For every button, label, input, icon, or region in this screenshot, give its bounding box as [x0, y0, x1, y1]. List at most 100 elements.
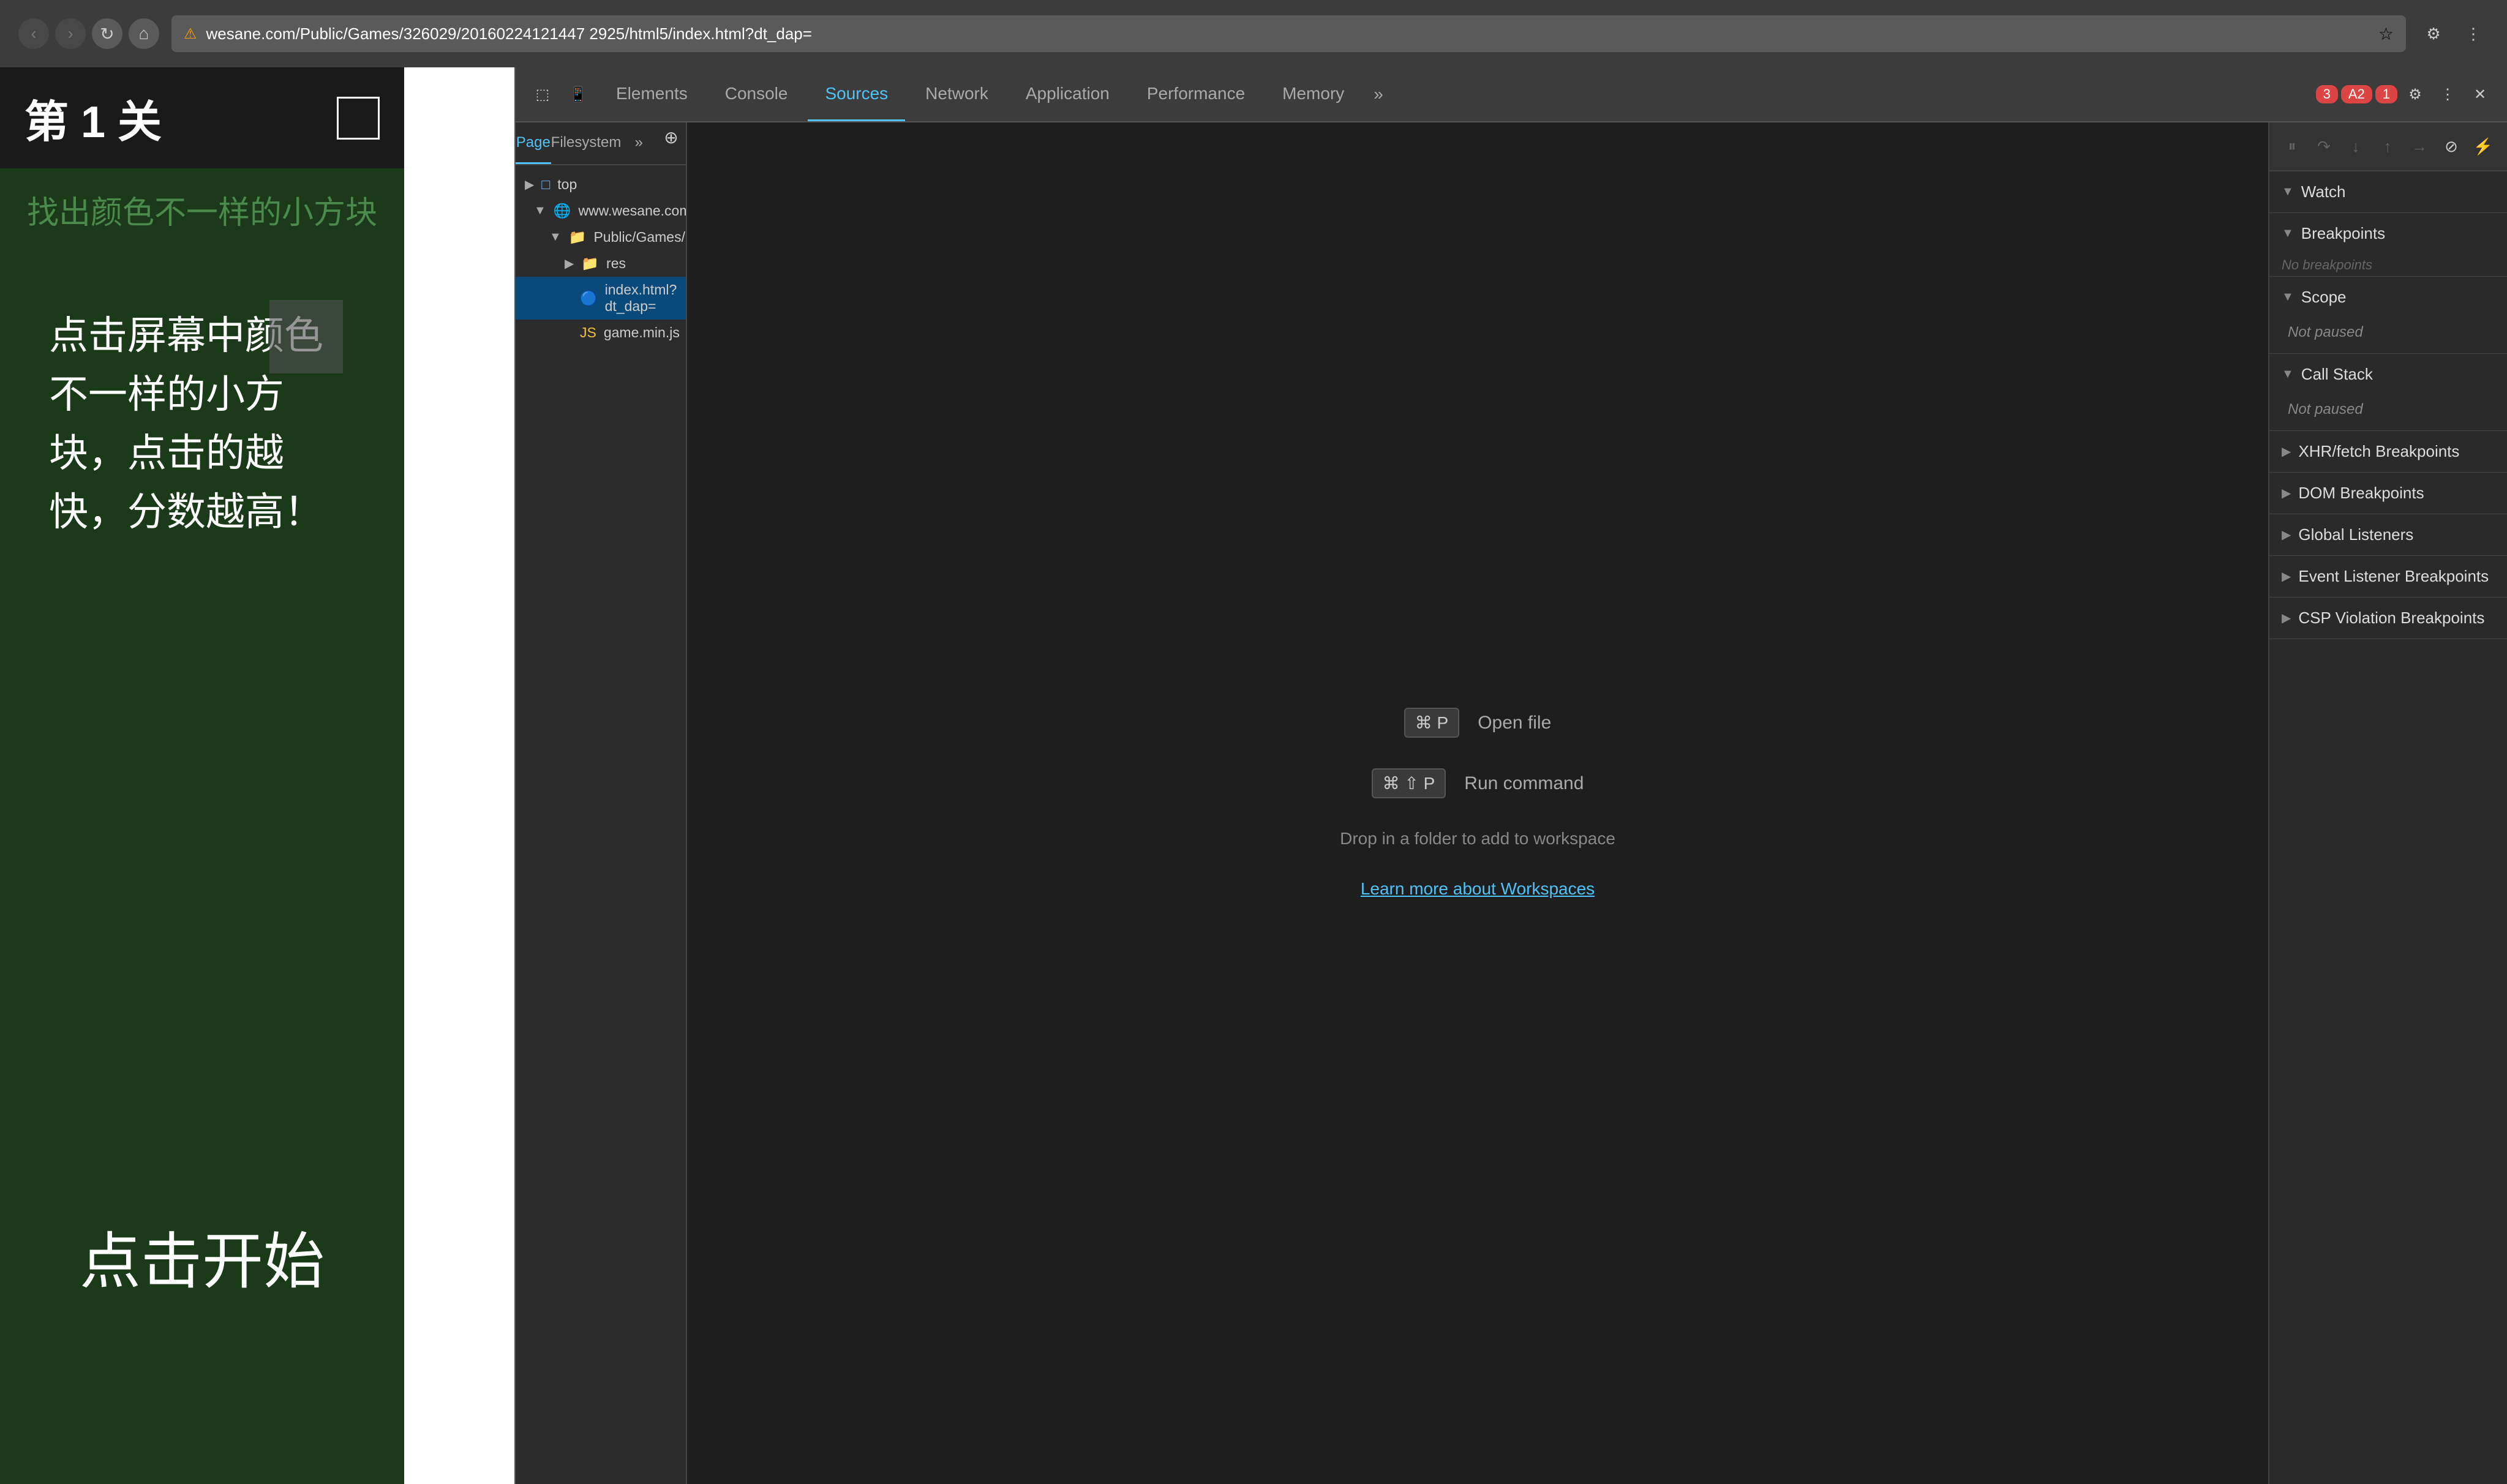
game-content[interactable]: 第 1 关 找出颜色不一样的小方块 点击屏幕中颜色不一样的小方 块，点击的越快，…	[0, 67, 404, 1484]
forward-button[interactable]: ›	[55, 18, 86, 49]
tab-console[interactable]: Console	[708, 67, 805, 121]
devtools-device-button[interactable]: 📱	[563, 80, 593, 109]
global-arrow: ▶	[2282, 527, 2291, 542]
tab-application[interactable]: Application	[1009, 67, 1127, 121]
dom-breakpoints-label: DOM Breakpoints	[2298, 484, 2424, 503]
error-badge: 3	[2316, 85, 2338, 103]
file-tree-wesane[interactable]: ▼ 🌐 www.wesane.com	[516, 198, 686, 224]
game-header: 第 1 关	[0, 67, 404, 168]
devtools-settings-button[interactable]: ⚙	[2400, 80, 2430, 109]
csp-breakpoints-section: ▶ CSP Violation Breakpoints	[2269, 598, 2507, 639]
step-out-button[interactable]: ↑	[2374, 133, 2401, 160]
devtools-toolbar: ⬚ 📱 Elements Console Sources Network App…	[516, 67, 2507, 122]
tab-more-button[interactable]: »	[1364, 84, 1393, 104]
breakpoints-header[interactable]: ▼ Breakpoints	[2269, 213, 2507, 254]
extensions-button[interactable]: ⚙	[2418, 18, 2449, 49]
xhr-breakpoints-header[interactable]: ▶ XHR/fetch Breakpoints	[2269, 431, 2507, 472]
devtools-more-button[interactable]: ⋮	[2433, 80, 2462, 109]
dom-breakpoints-section: ▶ DOM Breakpoints	[2269, 473, 2507, 514]
file-tree-res[interactable]: ▶ 📁 res	[516, 250, 686, 277]
call-stack-not-paused: Not paused	[2269, 395, 2507, 430]
watch-arrow: ▼	[2282, 185, 2294, 199]
step-into-button[interactable]: ↓	[2342, 133, 2369, 160]
call-stack-section: ▼ Call Stack Not paused	[2269, 354, 2507, 431]
global-listeners-header[interactable]: ▶ Global Listeners	[2269, 514, 2507, 555]
refresh-button[interactable]: ↻	[92, 18, 122, 49]
game-square-button[interactable]	[337, 97, 380, 140]
call-stack-arrow: ▼	[2282, 367, 2294, 381]
devtools-tabs: Elements Console Sources Network Applica…	[599, 67, 2310, 121]
tab-memory[interactable]: Memory	[1265, 67, 1361, 121]
devtools-body: Page Filesystem » ⊕ ▶ □ top	[516, 122, 2507, 1484]
white-space	[404, 67, 514, 1484]
game-instruction: 点击屏幕中颜色不一样的小方 块，点击的越快，分数越高！	[0, 269, 404, 578]
open-file-area: ⌘ P Open file ⌘ ⇧ P Run command Drop in …	[1340, 708, 1615, 899]
watch-header[interactable]: ▼ Watch	[2269, 171, 2507, 212]
folder-icon: □	[541, 176, 550, 193]
xhr-breakpoints-label: XHR/fetch Breakpoints	[2298, 442, 2459, 461]
game-start-button[interactable]: 点击开始	[0, 1212, 404, 1300]
xhr-arrow: ▶	[2282, 444, 2291, 459]
deactivate-breakpoints-button[interactable]: ⊘	[2438, 133, 2465, 160]
file-tree-top[interactable]: ▶ □ top	[516, 171, 686, 198]
scope-label: Scope	[2301, 288, 2347, 307]
scope-header[interactable]: ▼ Scope	[2269, 277, 2507, 318]
warning-badge: A2	[2341, 85, 2372, 103]
folder-icon: 🌐	[554, 203, 571, 219]
breakpoints-section: ▼ Breakpoints No breakpoints	[2269, 213, 2507, 277]
breakpoints-arrow: ▼	[2282, 227, 2294, 241]
watch-label: Watch	[2301, 182, 2346, 201]
file-tree-game-js[interactable]: JS game.min.js	[516, 320, 686, 346]
open-file-label: Open file	[1478, 713, 1551, 733]
run-command-label: Run command	[1464, 773, 1584, 794]
pause-exceptions-button[interactable]: ⚡	[2470, 133, 2497, 160]
browser-chrome: ‹ › ↻ ⌂ ⚠ wesane.com/Public/Games/326029…	[0, 0, 2507, 67]
dom-arrow: ▶	[2282, 485, 2291, 501]
csp-breakpoints-header[interactable]: ▶ CSP Violation Breakpoints	[2269, 598, 2507, 639]
file-tree-index-html[interactable]: 🔵 index.html?dt_dap=	[516, 277, 686, 320]
global-listeners-label: Global Listeners	[2298, 525, 2413, 544]
devtools-close-button[interactable]: ✕	[2465, 80, 2495, 109]
nav-buttons: ‹ › ↻ ⌂	[18, 18, 159, 49]
tab-elements[interactable]: Elements	[599, 67, 705, 121]
scope-not-paused: Not paused	[2269, 318, 2507, 353]
tab-performance[interactable]: Performance	[1130, 67, 1262, 121]
game-subtitle: 找出颜色不一样的小方块	[0, 174, 404, 245]
sources-sidebar: Page Filesystem » ⊕ ▶ □ top	[516, 122, 687, 1484]
sidebar-add-button[interactable]: ⊕	[656, 122, 686, 152]
game-sample-block	[269, 300, 343, 373]
step-button[interactable]: →	[2406, 133, 2433, 160]
event-listener-breakpoints-label: Event Listener Breakpoints	[2298, 567, 2489, 586]
browser-actions: ⚙ ⋮	[2418, 18, 2489, 49]
open-file-row: ⌘ P Open file	[1404, 708, 1552, 738]
pause-button[interactable]: ⏸	[2279, 133, 2306, 160]
call-stack-header[interactable]: ▼ Call Stack	[2269, 354, 2507, 395]
workspace-link[interactable]: Learn more about Workspaces	[1361, 879, 1595, 899]
sidebar-tab-more[interactable]: »	[621, 122, 656, 164]
star-icon[interactable]: ☆	[2378, 24, 2394, 44]
run-command-shortcut: ⌘ ⇧ P	[1372, 768, 1446, 798]
event-arrow: ▶	[2282, 569, 2291, 584]
sidebar-tab-page[interactable]: Page	[516, 122, 551, 164]
tab-sources[interactable]: Sources	[808, 67, 905, 121]
address-bar[interactable]: ⚠ wesane.com/Public/Games/326029/2016022…	[171, 15, 2406, 52]
debugger-panel: ⏸ ↷ ↓ ↑ → ⊘ ⚡ ▼ Watch	[2268, 122, 2507, 1484]
home-button[interactable]: ⌂	[129, 18, 159, 49]
sidebar-tab-filesystem[interactable]: Filesystem	[551, 122, 622, 164]
main-area: 第 1 关 找出颜色不一样的小方块 点击屏幕中颜色不一样的小方 块，点击的越快，…	[0, 67, 2507, 1484]
event-listener-breakpoints-header[interactable]: ▶ Event Listener Breakpoints	[2269, 556, 2507, 597]
breakpoints-label: Breakpoints	[2301, 224, 2385, 243]
no-breakpoints-text: No breakpoints	[2269, 254, 2507, 276]
tab-network[interactable]: Network	[908, 67, 1005, 121]
menu-button[interactable]: ⋮	[2458, 18, 2489, 49]
sources-editor: ⌘ P Open file ⌘ ⇧ P Run command Drop in …	[687, 122, 2268, 1484]
devtools-inspect-button[interactable]: ⬚	[528, 80, 557, 109]
call-stack-label: Call Stack	[2301, 365, 2373, 384]
file-tree-games[interactable]: ▼ 📁 Public/Games/326029/201...	[516, 224, 686, 250]
dom-breakpoints-header[interactable]: ▶ DOM Breakpoints	[2269, 473, 2507, 514]
expand-icon: ▶	[525, 177, 534, 192]
devtools-right-actions: 3 A2 1 ⚙ ⋮ ✕	[2316, 80, 2495, 109]
back-button[interactable]: ‹	[18, 18, 49, 49]
folder-icon: 📁	[581, 255, 599, 272]
step-over-button[interactable]: ↷	[2310, 133, 2337, 160]
